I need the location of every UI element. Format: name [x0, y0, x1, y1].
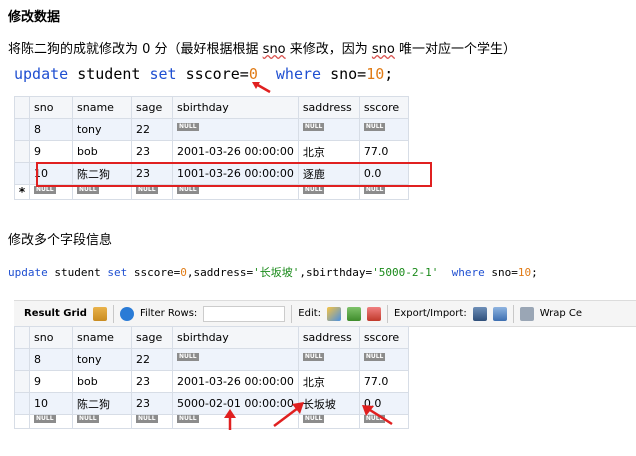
delete-row-icon[interactable] [367, 306, 382, 321]
cell[interactable]: 9 [29, 140, 73, 163]
result-toolbar: Result Grid Filter Rows: Edit: Export/Im… [14, 300, 636, 327]
table-row[interactable]: 10 陈二狗 23 5000-02-01 00:00:00 长坂坡 0.0 [14, 392, 409, 415]
cell[interactable]: 北京 [297, 370, 360, 393]
header-row: sno sname sage sbirthday saddress sscore [14, 96, 409, 119]
result-grid-2: sno sname sage sbirthday saddress sscore… [14, 326, 409, 429]
edit-icon[interactable] [327, 306, 342, 321]
section-title: 修改数据 [8, 10, 61, 25]
null-badge: NULL [302, 353, 325, 361]
header-row: sno sname sage sbirthday saddress sscore [14, 326, 409, 349]
arrow-icon [362, 405, 393, 426]
new-row[interactable]: NULL NULL NULL NULL NULL NULL [14, 414, 409, 429]
export-import-label: Export/Import: [394, 308, 467, 319]
cell[interactable]: NULL [172, 348, 299, 371]
cell[interactable]: bob [72, 140, 132, 163]
col-saddress[interactable]: saddress [297, 96, 360, 119]
null-badge: NULL [363, 353, 386, 361]
null-badge: NULL [136, 415, 158, 423]
grid-view-icon[interactable] [92, 306, 107, 321]
cell[interactable]: 8 [29, 118, 73, 141]
cell[interactable]: 22 [131, 348, 173, 371]
result-grid-tab[interactable]: Result Grid [24, 308, 87, 319]
arrow-icon [252, 82, 271, 94]
highlight-box [36, 162, 432, 187]
null-badge: NULL [77, 415, 99, 423]
cell[interactable]: NULL [172, 118, 299, 141]
cell[interactable]: 8 [29, 348, 73, 371]
cell[interactable]: NULL [358, 348, 409, 371]
cell[interactable]: tony [72, 118, 132, 141]
null-badge: NULL [34, 415, 56, 423]
wrap-cell-label[interactable]: Wrap Ce [540, 308, 582, 319]
cell[interactable]: NULL [358, 118, 409, 141]
sql-statement-1: update student set sscore=0 where sno=10… [14, 65, 394, 83]
col-saddress[interactable]: saddress [297, 326, 360, 349]
cell[interactable]: 北京 [297, 140, 360, 163]
new-row-marker: * [14, 184, 30, 200]
filter-rows-label: Filter Rows: [139, 308, 198, 319]
table-row[interactable]: 9 bob 23 2001-03-26 00:00:00 北京 77.0 [14, 140, 409, 163]
edit-label: Edit: [298, 308, 322, 319]
filter-rows-input[interactable] [203, 305, 286, 322]
export-icon[interactable] [472, 306, 487, 321]
table-row[interactable]: 9 bob 23 2001-03-26 00:00:00 北京 77.0 [14, 370, 409, 393]
refresh-icon[interactable] [119, 306, 134, 321]
cell[interactable]: tony [72, 348, 132, 371]
col-sscore[interactable]: sscore [358, 326, 409, 349]
cell[interactable]: 陈二狗 [72, 392, 132, 415]
arrow-icon [273, 402, 304, 427]
col-sscore[interactable]: sscore [358, 96, 409, 119]
section-subtitle: 修改多个字段信息 [8, 233, 113, 248]
col-sbirthday[interactable]: sbirthday [172, 326, 299, 349]
cell[interactable]: 77.0 [358, 370, 409, 393]
cell[interactable]: 23 [131, 140, 173, 163]
col-sname[interactable]: sname [72, 326, 132, 349]
table-row[interactable]: 8 tony 22 NULL NULL NULL [14, 118, 409, 141]
arrow-icon [224, 409, 236, 430]
table-row[interactable]: 8 tony 22 NULL NULL NULL [14, 348, 409, 371]
col-sage[interactable]: sage [131, 96, 173, 119]
null-badge: NULL [302, 123, 325, 131]
null-badge: NULL [177, 415, 199, 423]
null-badge: NULL [177, 353, 199, 361]
cell[interactable]: 77.0 [358, 140, 409, 163]
null-badge: NULL [177, 123, 199, 131]
cell[interactable]: 23 [131, 370, 173, 393]
cell[interactable]: 22 [131, 118, 173, 141]
col-sbirthday[interactable]: sbirthday [172, 96, 299, 119]
description-text: 将陈二狗的成就修改为 0 分（最好根据根据 sno 来修改，因为 sno 唯一对… [8, 42, 517, 57]
import-icon[interactable] [492, 306, 507, 321]
cell[interactable]: 2001-03-26 00:00:00 [172, 140, 299, 163]
cell[interactable]: 2001-03-26 00:00:00 [172, 370, 299, 393]
add-row-icon[interactable] [347, 306, 362, 321]
cell[interactable]: bob [72, 370, 132, 393]
col-sno[interactable]: sno [29, 326, 73, 349]
cell[interactable]: 23 [131, 392, 173, 415]
cell[interactable]: 10 [29, 392, 73, 415]
cell[interactable]: 9 [29, 370, 73, 393]
col-sno[interactable]: sno [29, 96, 73, 119]
cell[interactable]: NULL [297, 118, 360, 141]
col-sage[interactable]: sage [131, 326, 173, 349]
null-badge: NULL [363, 123, 386, 131]
wrap-cell-icon[interactable] [519, 306, 534, 321]
sql-statement-2: update student set sscore=0,saddress='长坂… [8, 266, 538, 279]
col-sname[interactable]: sname [72, 96, 132, 119]
cell[interactable]: NULL [297, 348, 360, 371]
